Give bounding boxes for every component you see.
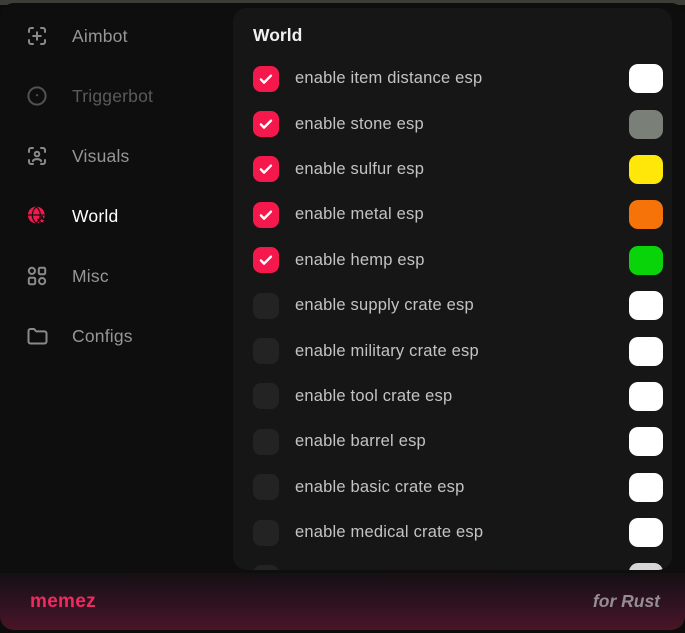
checkbox[interactable] [253,247,279,273]
setting-row [253,555,663,570]
checkmark-icon [257,115,275,133]
color-swatch[interactable] [629,563,663,570]
checkbox[interactable] [253,429,279,455]
sidebar-item-configs[interactable]: Configs [0,314,233,358]
brand-logo: memez [30,591,96,613]
sidebar-item-world[interactable]: World [0,194,233,238]
checkbox[interactable] [253,520,279,546]
circle-dot-icon [25,84,49,108]
color-swatch[interactable] [629,64,663,93]
setting-row-enable-supply-crate-esp: enable supply crate esp [253,283,663,328]
checkbox[interactable] [253,293,279,319]
color-swatch[interactable] [629,246,663,275]
settings-list: enable item distance esp enable stone es… [253,56,663,570]
brand-suffix: for Rust [593,591,660,612]
sidebar-nav: Aimbot Triggerbot Visuals World Misc Con… [0,3,233,374]
person-scan-icon [25,144,49,168]
checkbox[interactable] [253,565,279,570]
setting-row-enable-barrel-esp: enable barrel esp [253,419,663,464]
checkmark-icon [257,251,275,269]
globe-star-icon [25,204,49,228]
checkbox[interactable] [253,202,279,228]
checkbox[interactable] [253,66,279,92]
checkbox[interactable] [253,474,279,500]
menu-window: Aimbot Triggerbot Visuals World Misc Con… [0,3,685,630]
page-title: World [253,24,663,46]
color-swatch[interactable] [629,427,663,456]
footer-bar: memez for Rust [0,573,685,630]
shapes-grid-icon [25,264,49,288]
color-swatch[interactable] [629,291,663,320]
checkmark-icon [257,206,275,224]
setting-row-enable-metal-esp: enable metal esp [253,192,663,237]
checkmark-icon [257,70,275,88]
setting-row-enable-tool-crate-esp: enable tool crate esp [253,374,663,419]
setting-row-enable-sulfur-esp: enable sulfur esp [253,147,663,192]
setting-row-enable-basic-crate-esp: enable basic crate esp [253,465,663,510]
crosshair-focus-icon [25,24,49,48]
sidebar-item-aimbot[interactable]: Aimbot [0,14,233,58]
checkbox[interactable] [253,156,279,182]
checkbox[interactable] [253,111,279,137]
sidebar-item-misc[interactable]: Misc [0,254,233,298]
color-swatch[interactable] [629,473,663,502]
color-swatch[interactable] [629,518,663,547]
checkbox[interactable] [253,383,279,409]
setting-row-enable-stone-esp: enable stone esp [253,101,663,146]
world-panel: World enable item distance esp enable st… [233,8,672,570]
checkmark-icon [257,160,275,178]
setting-row-enable-military-crate-esp: enable military crate esp [253,328,663,373]
folder-icon [25,324,49,348]
setting-row-enable-item-distance-esp: enable item distance esp [253,56,663,101]
color-swatch[interactable] [629,155,663,184]
setting-row-enable-medical-crate-esp: enable medical crate esp [253,510,663,555]
setting-row-enable-hemp-esp: enable hemp esp [253,238,663,283]
color-swatch[interactable] [629,110,663,139]
color-swatch[interactable] [629,382,663,411]
color-swatch[interactable] [629,200,663,229]
sidebar-item-visuals[interactable]: Visuals [0,134,233,178]
checkbox[interactable] [253,338,279,364]
color-swatch[interactable] [629,337,663,366]
sidebar-item-triggerbot[interactable]: Triggerbot [0,74,233,118]
